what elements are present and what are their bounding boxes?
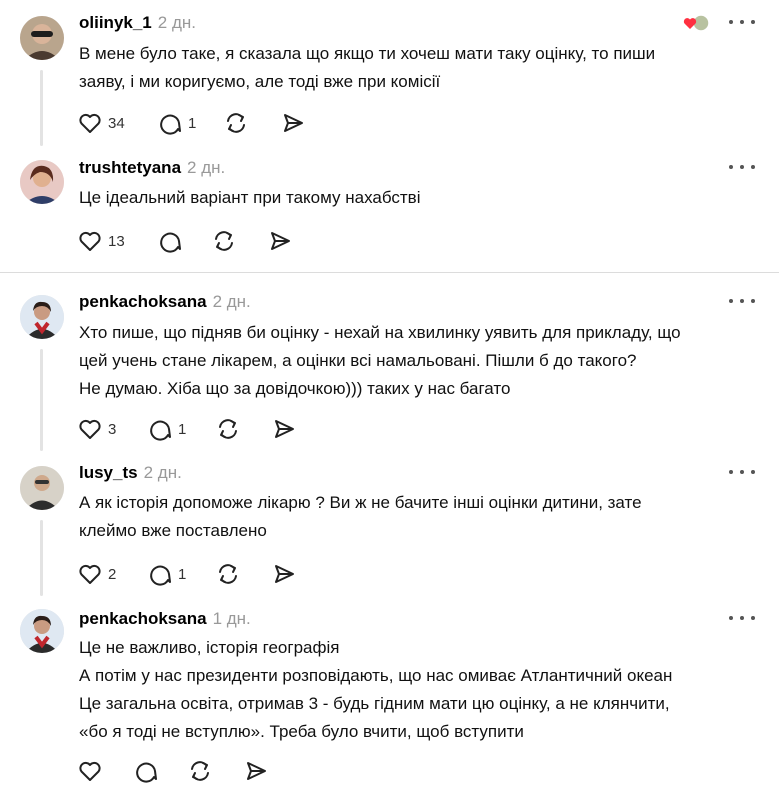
- avatar[interactable]: [20, 609, 64, 653]
- heart-icon: [77, 416, 103, 442]
- reply-count: 1: [178, 565, 187, 583]
- share-button[interactable]: [243, 757, 269, 785]
- repost-button[interactable]: [223, 109, 249, 137]
- repost-button[interactable]: [211, 227, 237, 255]
- repost-icon: [211, 228, 237, 254]
- like-count: 2: [108, 565, 117, 583]
- avatar[interactable]: [20, 160, 64, 204]
- share-button[interactable]: [271, 560, 297, 588]
- more-icon[interactable]: [729, 13, 755, 31]
- timestamp: 2 дн.: [143, 463, 182, 482]
- repost-icon: [215, 561, 241, 587]
- timestamp: 2 дн.: [157, 13, 196, 32]
- like-count: 34: [108, 114, 125, 132]
- post-text: Це ідеальний варіант при такому нахабств…: [79, 188, 421, 207]
- reactions-badge[interactable]: [682, 12, 710, 34]
- comment-icon: [157, 228, 183, 254]
- like-button[interactable]: 13: [77, 227, 125, 255]
- thread-line: [40, 70, 43, 146]
- repost-button[interactable]: [215, 415, 241, 443]
- heart-icon: [77, 110, 103, 136]
- like-button[interactable]: [77, 757, 103, 785]
- post-text: Це не важливо, історія географія А потім…: [79, 638, 673, 741]
- post-header: trushtetyana 2 дн.: [79, 157, 225, 179]
- post-header: oliinyk_1 2 дн.: [79, 12, 196, 34]
- comment-icon: [133, 758, 159, 784]
- avatar[interactable]: [20, 16, 64, 60]
- repost-button[interactable]: [187, 757, 213, 785]
- post-text: В мене було таке, я сказала що якщо ти х…: [79, 44, 656, 91]
- username[interactable]: penkachoksana: [79, 609, 207, 628]
- reply-count: 1: [188, 114, 197, 132]
- like-count: 13: [108, 232, 125, 250]
- share-button[interactable]: [267, 227, 293, 255]
- comment-icon: [147, 561, 173, 587]
- reply-button[interactable]: [133, 757, 159, 785]
- reply-button[interactable]: 1: [147, 560, 186, 588]
- heart-icon: [77, 758, 103, 784]
- avatar[interactable]: [20, 466, 64, 510]
- username[interactable]: oliinyk_1: [79, 13, 152, 32]
- thread-line: [40, 520, 43, 596]
- share-icon: [271, 561, 297, 587]
- thread-divider: [0, 272, 779, 273]
- reply-button[interactable]: 1: [147, 415, 186, 443]
- heart-icon: [77, 561, 103, 587]
- more-icon[interactable]: [729, 158, 755, 176]
- avatar[interactable]: [20, 295, 64, 339]
- repost-icon: [223, 110, 249, 136]
- timestamp: 2 дн.: [212, 292, 251, 311]
- more-icon[interactable]: [729, 609, 755, 627]
- thread-line: [40, 349, 43, 451]
- like-count: 3: [108, 420, 117, 438]
- post-header: penkachoksana 1 дн.: [79, 608, 251, 630]
- reply-button[interactable]: [157, 227, 183, 255]
- more-icon[interactable]: [729, 292, 755, 310]
- comment-icon: [157, 110, 183, 136]
- share-button[interactable]: [280, 109, 306, 137]
- share-icon: [243, 758, 269, 784]
- repost-icon: [187, 758, 213, 784]
- post-text: Хто пише, що підняв би оцінку - нехай на…: [79, 323, 681, 398]
- post-header: penkachoksana 2 дн.: [79, 291, 251, 313]
- share-icon: [267, 228, 293, 254]
- timestamp: 2 дн.: [187, 158, 226, 177]
- like-button[interactable]: 34: [77, 109, 125, 137]
- more-icon[interactable]: [729, 463, 755, 481]
- share-button[interactable]: [271, 415, 297, 443]
- heart-icon: [77, 228, 103, 254]
- repost-icon: [215, 416, 241, 442]
- like-button[interactable]: 3: [77, 415, 116, 443]
- share-icon: [280, 110, 306, 136]
- timestamp: 1 дн.: [212, 609, 251, 628]
- username[interactable]: lusy_ts: [79, 463, 138, 482]
- username[interactable]: trushtetyana: [79, 158, 181, 177]
- reply-count: 1: [178, 420, 187, 438]
- repost-button[interactable]: [215, 560, 241, 588]
- post-text: А як історія допоможе лікарю ? Ви ж не б…: [79, 493, 642, 540]
- comment-icon: [147, 416, 173, 442]
- reply-button[interactable]: 1: [157, 109, 196, 137]
- username[interactable]: penkachoksana: [79, 292, 207, 311]
- post-header: lusy_ts 2 дн.: [79, 462, 182, 484]
- like-button[interactable]: 2: [77, 560, 116, 588]
- share-icon: [271, 416, 297, 442]
